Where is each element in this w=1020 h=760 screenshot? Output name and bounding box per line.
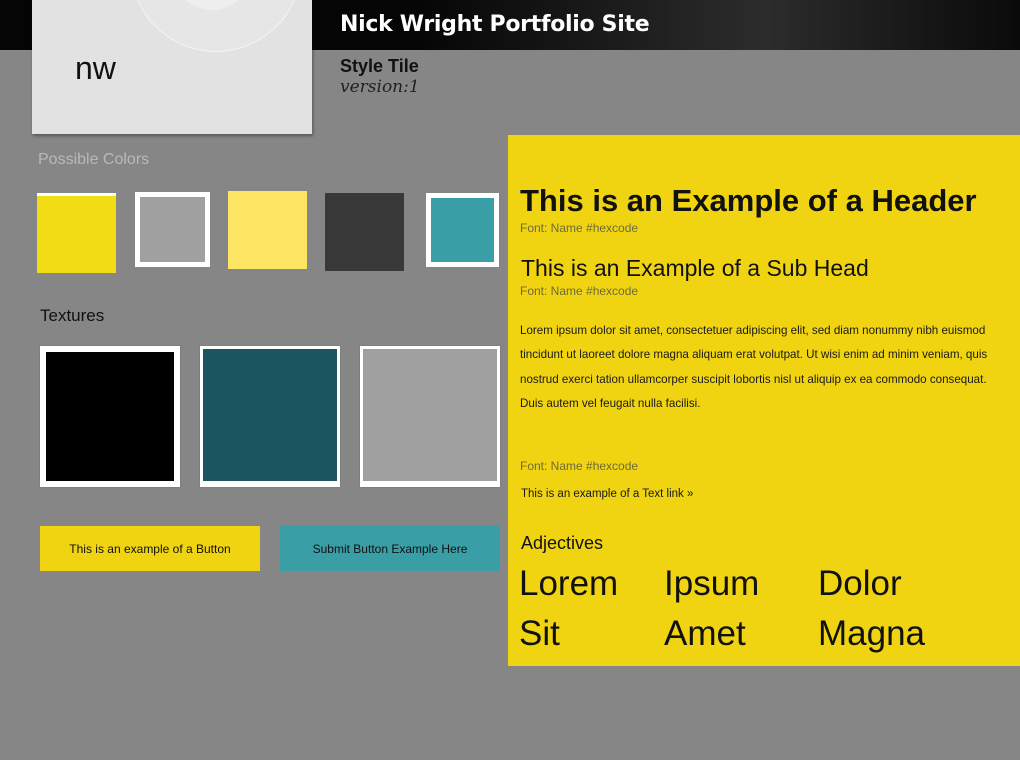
example-subhead: This is an Example of a Sub Head bbox=[521, 255, 869, 281]
logo-card: nw bbox=[32, 0, 312, 134]
version-label: version:1 bbox=[340, 77, 420, 97]
color-swatch-light-yellow bbox=[228, 191, 307, 269]
subhead-font-note: Font: Name #hexcode bbox=[520, 284, 639, 298]
possible-colors-heading: Possible Colors bbox=[38, 151, 150, 168]
body-text: Lorem ipsum dolor sit amet, consectetuer… bbox=[520, 324, 988, 410]
texture-black bbox=[40, 346, 180, 487]
logo-text: nw bbox=[75, 50, 116, 86]
adjective-word: Dolor bbox=[818, 564, 902, 603]
adjective-word: Lorem bbox=[519, 564, 619, 603]
color-swatch-gray bbox=[135, 192, 210, 267]
adjective-word: Amet bbox=[664, 614, 746, 653]
textures-heading: Textures bbox=[40, 306, 105, 325]
example-text-link[interactable]: This is an example of a Text link » bbox=[521, 488, 693, 500]
color-swatch-charcoal bbox=[325, 193, 404, 271]
site-title: Nick Wright Portfolio Site bbox=[340, 12, 650, 37]
submit-button[interactable]: Submit Button Example Here bbox=[280, 526, 500, 571]
adjectives-heading: Adjectives bbox=[521, 533, 604, 553]
texture-gray bbox=[360, 346, 500, 487]
example-button[interactable]: This is an example of a Button bbox=[40, 526, 260, 571]
link-font-note: Font: Name #hexcode bbox=[520, 459, 639, 473]
example-header: This is an Example of a Header bbox=[520, 183, 977, 218]
color-swatch-yellow bbox=[37, 193, 116, 273]
typography-panel: This is an Example of a Header Font: Nam… bbox=[508, 135, 1020, 666]
adjective-word: Ipsum bbox=[664, 564, 760, 603]
texture-dark-teal bbox=[200, 346, 340, 487]
adjective-word: Sit bbox=[519, 614, 560, 653]
style-tile-title: Style Tile bbox=[340, 56, 419, 76]
color-swatch-teal bbox=[426, 193, 499, 267]
header-font-note: Font: Name #hexcode bbox=[520, 221, 639, 235]
adjective-word: Magna bbox=[818, 614, 926, 653]
